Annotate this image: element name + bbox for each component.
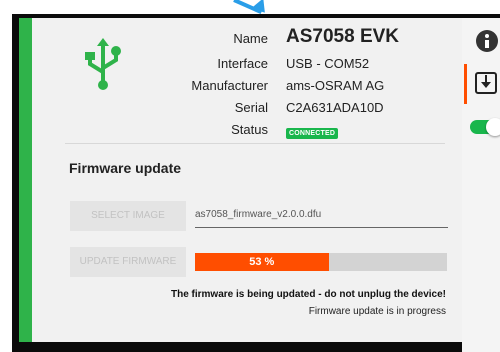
manufacturer-label: Manufacturer: [191, 78, 268, 93]
device-name: AS7058 EVK: [286, 26, 400, 47]
active-tab-indicator: [464, 64, 467, 104]
select-image-button[interactable]: SELECT IMAGE: [70, 201, 186, 231]
progress-label: 53 %: [249, 256, 275, 268]
status-badge: CONNECTED: [286, 128, 339, 139]
firmware-file-name: as7058_firmware_v2.0.0.dfu: [195, 209, 322, 220]
info-icon[interactable]: [476, 30, 498, 52]
serial-value: C2A631ADA10D: [286, 100, 384, 115]
name-row: Name AS7058 EVK: [0, 26, 500, 48]
interface-value: USB - COM52: [286, 56, 370, 71]
toggle-switch[interactable]: [470, 118, 500, 136]
file-field-underline: [195, 227, 448, 228]
download-tab[interactable]: [464, 64, 500, 104]
serial-label: Serial: [234, 100, 268, 115]
firmware-warning-message: The firmware is being updated - do not u…: [170, 289, 446, 300]
interface-label: Interface: [217, 56, 268, 71]
firmware-update-title: Firmware update: [69, 160, 182, 176]
section-divider: [65, 143, 445, 144]
status-row: Status CONNECTED: [0, 122, 500, 140]
firmware-status-message: Firmware update is in progress: [308, 306, 446, 317]
firmware-progress-bar: 53 %: [195, 253, 447, 271]
interface-row: Interface USB - COM52: [0, 56, 500, 74]
serial-row: Serial C2A631ADA10D: [0, 100, 500, 118]
update-firmware-button[interactable]: UPDATE FIRMWARE: [70, 247, 186, 277]
manufacturer-value: ams-OSRAM AG: [286, 78, 385, 93]
manufacturer-row: Manufacturer ams-OSRAM AG: [0, 78, 500, 96]
toggle-knob: [486, 118, 500, 136]
download-icon: [475, 72, 497, 94]
status-label: Status: [231, 122, 268, 137]
name-label: Name: [233, 31, 268, 46]
